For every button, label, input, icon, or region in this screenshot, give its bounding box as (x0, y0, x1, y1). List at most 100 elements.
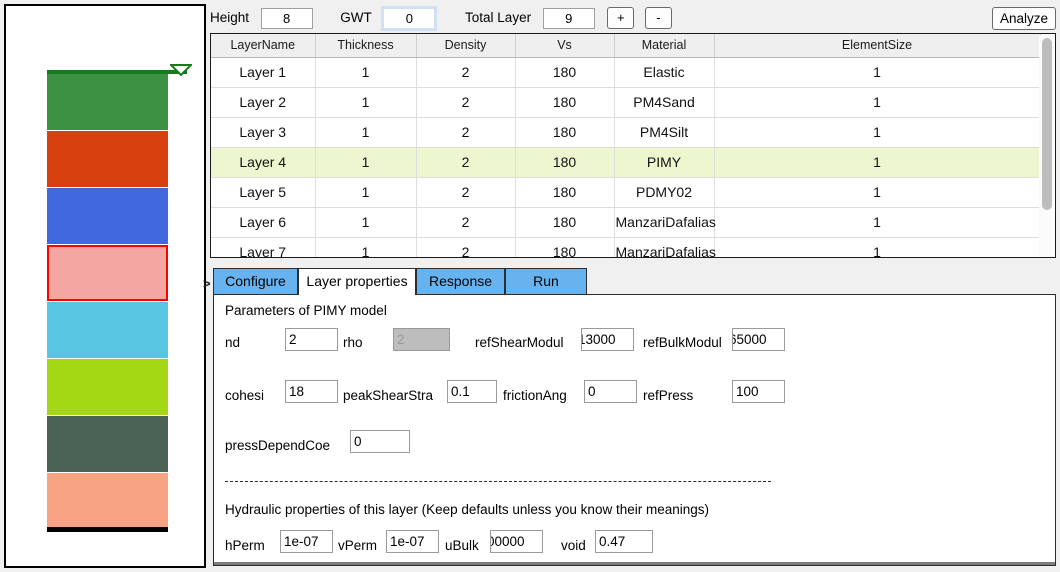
table-vertical-scrollbar[interactable] (1039, 35, 1054, 257)
soil-layer-8[interactable] (47, 473, 168, 529)
table-scrollbar-thumb[interactable] (1042, 38, 1052, 210)
column-header-material[interactable]: Material (614, 34, 715, 58)
pressdependcoe-input[interactable]: 0 (350, 430, 410, 453)
cell-density[interactable]: 2 (416, 177, 516, 208)
table-row[interactable]: Layer 4 1 2 180 PIMY 1 (211, 147, 1041, 178)
table-body[interactable]: Layer 1 1 2 180 Elastic 1 Layer 2 1 2 180 PM4Sand 1… (211, 57, 1041, 257)
cell-element_size[interactable]: 1 (714, 177, 1041, 208)
cell-thickness[interactable]: 1 (315, 117, 417, 148)
table-row[interactable]: Layer 2 1 2 180 PM4Sand 1 (211, 87, 1041, 118)
splitter-expand-handle[interactable]: > (203, 275, 213, 293)
table-row[interactable]: Layer 1 1 2 180 Elastic 1 (211, 57, 1041, 88)
cell-density[interactable]: 2 (416, 87, 516, 118)
refshearmodul-input[interactable]: 13000 (581, 328, 634, 351)
cell-element_size[interactable]: 1 (714, 117, 1041, 148)
cell-thickness[interactable]: 1 (315, 177, 417, 208)
cell-material[interactable]: PIMY (614, 147, 715, 178)
layer-table[interactable]: LayerName Thickness Density Vs Material Eleme… (211, 34, 1041, 257)
nd-label: nd (225, 335, 241, 350)
soil-layer-6[interactable] (47, 359, 168, 415)
cell-vs[interactable]: 180 (515, 237, 615, 257)
hperm-label: hPerm (225, 538, 265, 553)
layer-table-container: LayerName Thickness Density Vs Material Eleme… (210, 33, 1056, 258)
refshearmodul-label: refShearModul (475, 335, 564, 350)
rho-label: rho (343, 335, 363, 350)
column-header-vs[interactable]: Vs (515, 34, 615, 58)
refpress-input[interactable]: 100 (732, 380, 785, 403)
cell-name[interactable]: Layer 5 (211, 177, 316, 208)
soil-layer-5[interactable] (47, 302, 168, 358)
tab-configure[interactable]: Configure (213, 268, 298, 294)
table-row[interactable]: Layer 7 1 2 180 ManzariDafalias 1 (211, 237, 1041, 257)
tab-run[interactable]: Run (505, 268, 587, 294)
void-input[interactable]: 0.47 (595, 530, 653, 553)
cell-material[interactable]: PM4Silt (614, 117, 715, 148)
cell-element_size[interactable]: 1 (714, 237, 1041, 257)
cell-density[interactable]: 2 (416, 237, 516, 257)
column-header-layername[interactable]: LayerName (211, 34, 316, 58)
cohesi-input[interactable]: 18 (285, 380, 338, 403)
cell-vs[interactable]: 180 (515, 117, 615, 148)
cell-vs[interactable]: 180 (515, 177, 615, 208)
remove-layer-button[interactable]: - (644, 7, 672, 29)
cell-vs[interactable]: 180 (515, 57, 615, 88)
cell-element_size[interactable]: 1 (714, 87, 1041, 118)
cell-element_size[interactable]: 1 (714, 57, 1041, 88)
cell-vs[interactable]: 180 (515, 87, 615, 118)
soil-layer-1[interactable] (47, 74, 168, 130)
cell-material[interactable]: ManzariDafalias (614, 237, 716, 257)
table-row[interactable]: Layer 5 1 2 180 PDMY02 1 (211, 177, 1041, 208)
column-header-density[interactable]: Density (416, 34, 516, 58)
column-header-elementsize[interactable]: ElementSize (714, 34, 1041, 58)
cell-material[interactable]: PDMY02 (614, 177, 715, 208)
cell-thickness[interactable]: 1 (315, 87, 417, 118)
cell-material[interactable]: PM4Sand (614, 87, 715, 118)
total-layer-input[interactable]: 9 (542, 7, 595, 29)
tab-bar: Configure Layer properties Response Run (213, 268, 1056, 295)
cell-material[interactable]: ManzariDafalias (614, 207, 716, 238)
nd-input[interactable]: 2 (285, 328, 338, 351)
frictionang-input[interactable]: 0 (584, 380, 637, 403)
column-header-thickness[interactable]: Thickness (315, 34, 417, 58)
height-input[interactable]: 8 (260, 7, 313, 29)
cell-name[interactable]: Layer 2 (211, 87, 316, 118)
soil-layer-stack[interactable] (47, 74, 168, 530)
tab-response[interactable]: Response (416, 268, 505, 294)
cell-thickness[interactable]: 1 (315, 237, 417, 257)
cell-density[interactable]: 2 (416, 117, 516, 148)
vperm-input[interactable]: 1e-07 (386, 530, 439, 553)
gwt-input[interactable]: 0 (381, 5, 438, 31)
table-row[interactable]: Layer 6 1 2 180 ManzariDafalias 1 (211, 207, 1041, 238)
cell-density[interactable]: 2 (416, 207, 516, 238)
soil-layer-7[interactable] (47, 416, 168, 472)
cell-density[interactable]: 2 (416, 57, 516, 88)
refbulkmodul-label: refBulkModul (643, 335, 722, 350)
cell-name[interactable]: Layer 7 (211, 237, 316, 257)
refbulkmodul-input[interactable]: 65000 (732, 328, 785, 351)
cell-name[interactable]: Layer 4 (211, 147, 316, 178)
table-header-row: LayerName Thickness Density Vs Material Eleme… (211, 34, 1041, 58)
tab-layer-properties[interactable]: Layer properties (298, 268, 416, 295)
cell-name[interactable]: Layer 6 (211, 207, 316, 238)
cell-density[interactable]: 2 (416, 147, 516, 178)
height-label: Height (210, 10, 250, 25)
cell-material[interactable]: Elastic (614, 57, 715, 88)
soil-layer-4[interactable] (47, 245, 168, 301)
soil-layer-2[interactable] (47, 131, 168, 187)
cell-element_size[interactable]: 1 (714, 207, 1041, 238)
cell-thickness[interactable]: 1 (315, 207, 417, 238)
cell-vs[interactable]: 180 (515, 147, 615, 178)
cell-thickness[interactable]: 1 (315, 57, 417, 88)
analyze-button[interactable]: Analyze (991, 7, 1056, 30)
peakshearstra-input[interactable]: 0.1 (447, 380, 497, 403)
cell-name[interactable]: Layer 1 (211, 57, 316, 88)
table-row[interactable]: Layer 3 1 2 180 PM4Silt 1 (211, 117, 1041, 148)
cell-thickness[interactable]: 1 (315, 147, 417, 178)
cell-name[interactable]: Layer 3 (211, 117, 316, 148)
cell-element_size[interactable]: 1 (714, 147, 1041, 178)
add-layer-button[interactable]: + (607, 7, 635, 29)
hperm-input[interactable]: 1e-07 (280, 530, 333, 553)
soil-layer-3[interactable] (47, 188, 168, 244)
ubulk-input[interactable]: 00000 (490, 530, 543, 553)
cell-vs[interactable]: 180 (515, 207, 615, 238)
